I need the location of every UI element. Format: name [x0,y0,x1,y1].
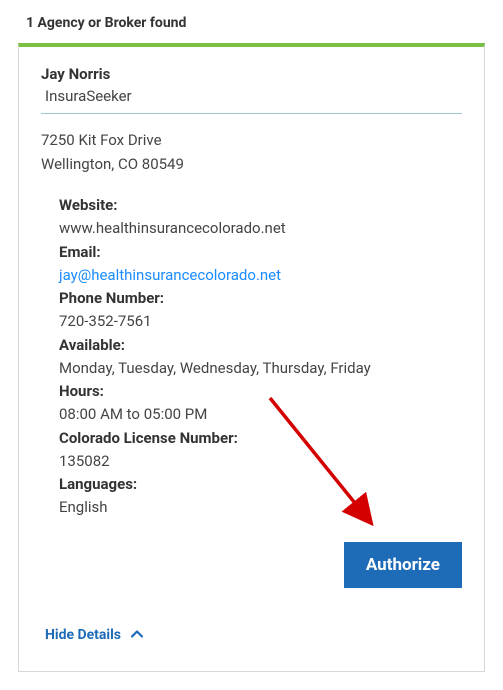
toggle-row: Hide Details [41,594,462,661]
license-value: 135082 [59,450,462,473]
languages-value: English [59,496,462,519]
toggle-label: Hide Details [45,627,121,643]
agency-divider [41,113,462,114]
languages-label: Languages: [59,473,462,496]
license-label: Colorado License Number: [59,427,462,450]
website-label: Website: [59,194,462,217]
chevron-up-icon [131,627,143,642]
details-block: Website: www.healthinsurancecolorado.net… [41,194,462,594]
address-line-1: 7250 Kit Fox Drive [41,128,462,152]
broker-card: Jay Norris InsuraSeeker 7250 Kit Fox Dri… [18,43,485,672]
website-value: www.healthinsurancecolorado.net [59,217,462,240]
hours-value: 08:00 AM to 05:00 PM [59,403,462,426]
available-value: Monday, Tuesday, Wednesday, Thursday, Fr… [59,357,462,380]
phone-value: 720-352-7561 [59,310,462,333]
broker-name: Jay Norris [41,65,110,83]
agency-row: InsuraSeeker [41,87,462,114]
address-line-2: Wellington, CO 80549 [41,152,462,176]
hide-details-toggle[interactable]: Hide Details [45,627,143,643]
email-label: Email: [59,241,462,264]
available-label: Available: [59,334,462,357]
hours-label: Hours: [59,380,462,403]
results-heading: 1 Agency or Broker found [18,0,485,43]
broker-header: Jay Norris [41,65,462,83]
authorize-button[interactable]: Authorize [344,542,462,588]
phone-label: Phone Number: [59,287,462,310]
email-link[interactable]: jay@healthinsurancecolorado.net [59,266,281,284]
action-row: Authorize [59,520,462,594]
address-block: 7250 Kit Fox Drive Wellington, CO 80549 [41,128,462,176]
agency-name: InsuraSeeker [41,87,462,109]
